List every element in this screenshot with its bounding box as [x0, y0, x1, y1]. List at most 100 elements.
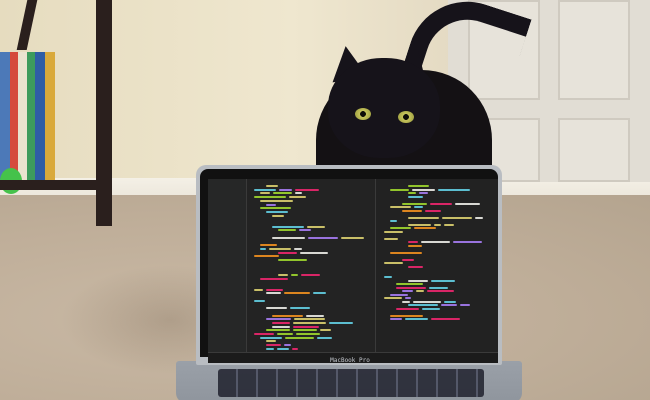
code-line-segment	[384, 237, 398, 240]
file-tree-pane	[208, 179, 247, 363]
code-line-segment	[301, 273, 320, 276]
code-line-segment	[402, 290, 413, 292]
code-line-segment	[266, 288, 283, 291]
code-line-segment	[384, 276, 392, 278]
code-line-segment	[396, 283, 423, 285]
code-line-segment	[402, 202, 427, 205]
code-line-segment	[408, 244, 422, 247]
code-line-segment	[254, 196, 286, 199]
code-line-segment	[408, 304, 438, 306]
code-line-segment	[396, 286, 426, 289]
code-line-segment	[254, 188, 276, 191]
code-line-segment	[390, 314, 423, 317]
code-line-segment	[279, 188, 292, 191]
code-line-segment	[390, 293, 408, 296]
code-line-segment	[416, 290, 424, 292]
code-line-segment	[475, 216, 483, 219]
code-line-segment	[442, 216, 472, 219]
code-line-segment	[408, 195, 423, 198]
code-line-segment	[266, 210, 288, 213]
cat-head	[328, 58, 440, 158]
code-line-segment	[294, 318, 325, 321]
code-editor-screen	[208, 179, 498, 363]
code-line-segment	[396, 307, 419, 310]
code-line-segment	[277, 347, 289, 350]
code-line-segment	[425, 209, 441, 212]
code-line-segment	[402, 258, 414, 261]
code-line-segment	[313, 292, 326, 295]
door-panel	[558, 118, 630, 182]
code-line-segment	[293, 321, 326, 324]
code-line-segment	[405, 297, 411, 299]
code-line-segment	[402, 209, 422, 212]
code-line-segment	[272, 325, 290, 328]
code-line-segment	[290, 307, 310, 310]
code-line-segment	[272, 236, 305, 239]
code-line-segment	[408, 223, 431, 226]
code-line-segment	[260, 207, 291, 210]
laptop-lid: MacBook Pro	[196, 165, 502, 365]
code-line-segment	[307, 225, 325, 228]
code-line-segment	[284, 344, 291, 347]
door-panel	[558, 0, 630, 100]
code-line-segment	[308, 236, 338, 239]
code-line-segment	[296, 333, 320, 335]
code-line-segment	[254, 299, 265, 302]
code-line-segment	[254, 288, 263, 291]
code-line-segment	[408, 279, 428, 282]
book	[35, 52, 45, 182]
code-line-segment	[390, 251, 422, 254]
laptop-brand-label: MacBook Pro	[330, 357, 370, 364]
code-line-segment	[260, 336, 282, 339]
code-line-segment	[295, 188, 319, 191]
code-line-segment	[429, 286, 448, 289]
code-line-segment	[317, 336, 332, 339]
code-line-segment	[384, 230, 403, 233]
code-line-segment	[460, 304, 470, 306]
laptop: MacBook Pro	[176, 165, 522, 400]
book	[18, 52, 27, 182]
photo-scene: MacBook Pro	[0, 0, 650, 400]
screen-bezel	[200, 169, 498, 363]
code-line-segment	[254, 255, 279, 258]
code-line-segment	[444, 300, 456, 303]
code-line-segment	[294, 247, 302, 250]
code-line-segment	[260, 277, 288, 280]
code-line-segment	[390, 188, 409, 191]
code-line-segment	[455, 202, 480, 205]
shelf-frame	[16, 0, 38, 50]
code-line-segment	[390, 227, 411, 229]
code-line-segment	[269, 247, 291, 250]
code-line-segment	[293, 325, 319, 328]
code-line-segment	[427, 290, 454, 292]
code-line-segment	[402, 300, 410, 303]
keyboard	[218, 369, 484, 397]
code-line-segment	[453, 241, 482, 243]
code-line-segment	[413, 300, 441, 303]
cat-eye-right	[398, 111, 414, 123]
code-line-segment	[408, 265, 423, 268]
code-line-segment	[260, 244, 277, 247]
code-line-segment	[291, 273, 298, 276]
code-line-segment	[434, 223, 441, 226]
shelf-board	[0, 180, 112, 190]
code-line-segment	[293, 329, 317, 332]
code-line-segment	[390, 220, 397, 222]
code-line-segment	[278, 251, 297, 254]
code-line-segment	[422, 307, 440, 310]
code-line-segment	[414, 206, 423, 208]
code-line-segment	[320, 329, 331, 332]
code-line-segment	[431, 318, 460, 320]
code-line-segment	[266, 329, 290, 332]
code-line-segment	[414, 227, 436, 229]
code-line-segment	[254, 333, 274, 335]
code-line-segment	[272, 214, 284, 217]
code-line-segment	[412, 188, 435, 191]
code-line-segment	[266, 344, 281, 347]
bookshelf	[0, 0, 120, 228]
book	[45, 52, 55, 182]
book	[10, 52, 18, 182]
code-line-segment	[421, 241, 450, 243]
code-line-segment	[408, 241, 418, 243]
code-line-segment	[306, 314, 324, 317]
